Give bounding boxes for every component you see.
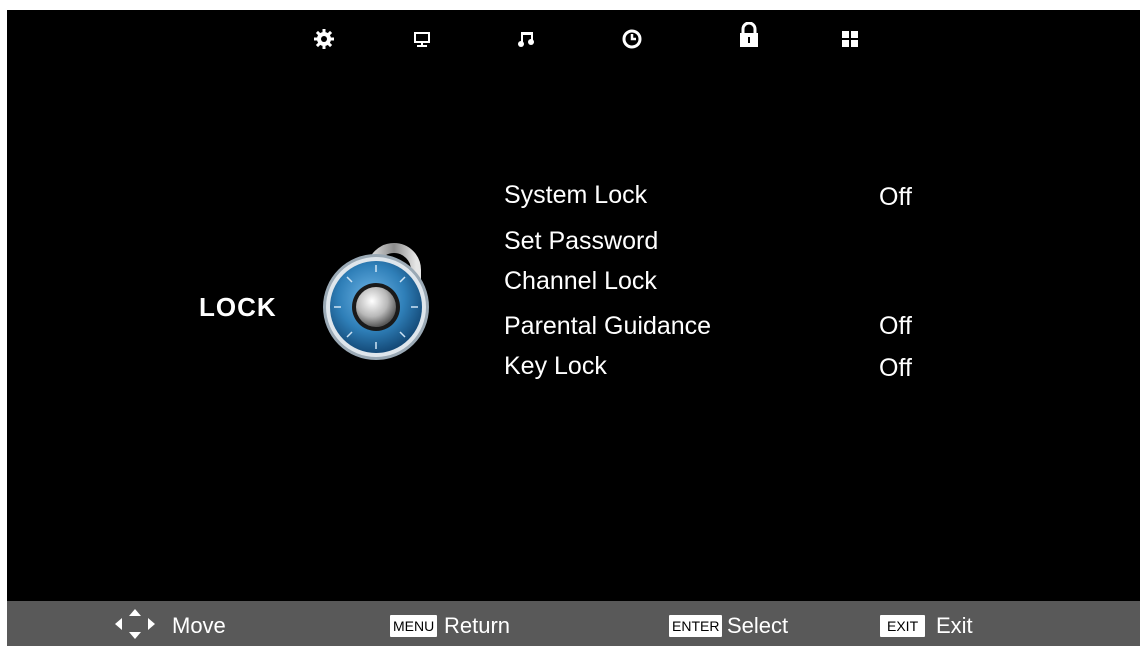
exit-label: Exit [936,613,973,638]
select-label: Select [727,613,789,638]
key-lock-value: Off [879,354,912,382]
move-label: Move [172,613,226,638]
menu-item-channel-lock[interactable]: Channel Lock [504,267,657,296]
parental-guidance-value: Off [879,312,912,340]
system-lock-value: Off [879,183,912,211]
lock-icon[interactable] [736,22,762,48]
footer-hint-bar: Move MENU Return ENTER Select EXIT Exit [7,601,1140,646]
gear-icon[interactable] [311,26,337,52]
music-note-icon[interactable] [513,26,539,52]
clock-icon[interactable] [619,26,645,52]
menu-item-parental-guidance[interactable]: Parental Guidance [504,312,711,341]
menu-item-system-lock[interactable]: System Lock [504,181,647,210]
section-title: LOCK [199,292,277,322]
grid-icon[interactable] [837,26,863,52]
menu-item-key-lock[interactable]: Key Lock [504,352,607,381]
move-arrows-icon [115,609,155,644]
padlock-dial-icon [319,225,444,375]
enter-key-badge: ENTER [669,615,723,637]
menu-key-badge: MENU [390,615,438,637]
return-label: Return [444,613,511,638]
monitor-icon[interactable] [409,26,435,52]
tv-menu-screen: LOCK System Lock Off Set Password Channe… [7,10,1140,601]
menu-item-set-password[interactable]: Set Password [504,227,658,256]
exit-key-badge: EXIT [880,615,926,637]
